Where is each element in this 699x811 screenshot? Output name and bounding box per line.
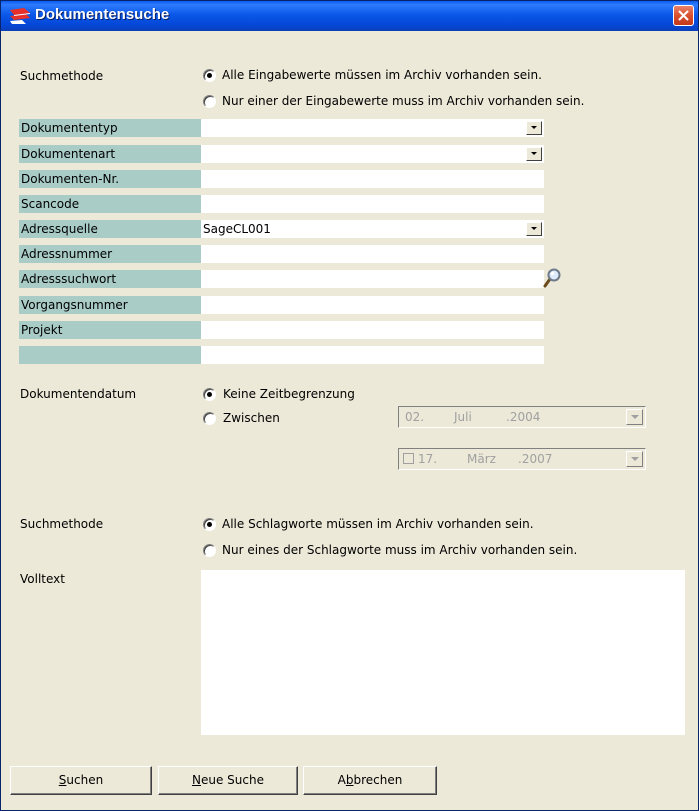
date-from-picker: 02. Juli .2004	[398, 406, 646, 428]
dokumentenart-combo[interactable]	[201, 145, 544, 163]
dokumententyp-dropdown-button[interactable]	[526, 121, 542, 135]
field-label-empty	[19, 346, 201, 364]
field-label-vorgangsnummer: Vorgangsnummer	[19, 296, 201, 314]
date-from-day: 02.	[405, 410, 425, 424]
extra-input[interactable]	[201, 346, 544, 364]
date-between-radio[interactable]	[203, 412, 216, 425]
adressquelle-value: SageCL001	[203, 222, 271, 236]
window-title: Dokumentensuche	[35, 6, 170, 23]
dokumententyp-combo[interactable]	[201, 119, 544, 137]
date-to-checkbox	[403, 453, 414, 464]
field-label-dokumententyp: Dokumententyp	[19, 119, 201, 137]
app-logo-icon	[10, 8, 30, 24]
cancel-button-text: brechen	[353, 773, 403, 787]
search-button-text: uchen	[66, 773, 104, 787]
search-method-label: Suchmethode	[20, 69, 104, 83]
date-from-dropdown-button	[626, 409, 643, 425]
fulltext-label: Volltext	[20, 572, 65, 586]
vorgangsnummer-input[interactable]	[201, 296, 544, 314]
new-search-button-text: eue Suche	[200, 773, 264, 787]
adressnummer-input[interactable]	[201, 245, 544, 263]
date-no-limit-radio[interactable]	[203, 388, 216, 401]
field-label-scancode: Scancode	[19, 195, 201, 213]
date-between-label[interactable]: Zwischen	[223, 411, 280, 425]
search-method-all-radio[interactable]	[203, 69, 216, 82]
date-to-day: 17.	[418, 452, 438, 466]
new-search-button-accel: N	[192, 773, 201, 787]
date-to-year: .2007	[518, 452, 553, 466]
field-label-adressquelle: Adressquelle	[19, 220, 201, 238]
projekt-input[interactable]	[201, 321, 544, 339]
date-to-picker: 17. März .2007	[398, 448, 646, 470]
field-label-projekt: Projekt	[19, 321, 201, 339]
dokumentensuche-window: Dokumentensuche Suchmethode Alle Eingabe…	[0, 0, 699, 811]
date-to-dropdown-button	[626, 451, 643, 467]
adressquelle-combo[interactable]: SageCL001	[201, 220, 544, 238]
date-from-month: Juli	[454, 410, 472, 424]
search-method-one-radio[interactable]	[203, 95, 216, 108]
keyword-method-one-radio[interactable]	[203, 544, 216, 557]
search-button[interactable]: Suchen	[10, 766, 152, 795]
keyword-method-label: Suchmethode	[20, 517, 104, 531]
title-bar[interactable]: Dokumentensuche	[1, 1, 698, 31]
field-label-dokumentenart: Dokumentenart	[19, 145, 201, 163]
date-no-limit-label[interactable]: Keine Zeitbegrenzung	[223, 387, 355, 401]
adressquelle-dropdown-button[interactable]	[526, 222, 542, 236]
keyword-method-all-radio[interactable]	[203, 518, 216, 531]
dokumentenart-dropdown-button[interactable]	[526, 147, 542, 161]
date-from-year: .2004	[506, 410, 541, 424]
field-label-adresssuchwort: Adresssuchwort	[19, 270, 201, 288]
scancode-input[interactable]	[201, 195, 544, 213]
new-search-button[interactable]: Neue Suche	[158, 766, 298, 795]
field-label-adressnummer: Adressnummer	[19, 245, 201, 263]
document-date-label: Dokumentendatum	[20, 387, 137, 401]
close-button[interactable]	[673, 5, 694, 26]
cancel-button-pre: A	[337, 773, 346, 787]
close-icon	[678, 10, 689, 21]
dokumenten-nr-input[interactable]	[201, 170, 544, 188]
search-icon[interactable]	[543, 268, 561, 288]
keyword-method-one-label[interactable]: Nur eines der Schlagworte muss im Archiv…	[222, 543, 577, 557]
cancel-button[interactable]: Abbrechen	[303, 766, 437, 795]
keyword-method-all-label[interactable]: Alle Schlagworte müssen im Archiv vorhan…	[222, 517, 534, 531]
date-to-month: März	[467, 452, 496, 466]
adresssuchwort-input[interactable]	[201, 270, 544, 288]
field-label-dokumenten-nr: Dokumenten-Nr.	[19, 170, 201, 188]
search-method-one-label[interactable]: Nur einer der Eingabewerte muss im Archi…	[222, 94, 584, 108]
search-method-all-label[interactable]: Alle Eingabewerte müssen im Archiv vorha…	[222, 68, 542, 82]
fulltext-textarea[interactable]	[201, 570, 685, 735]
